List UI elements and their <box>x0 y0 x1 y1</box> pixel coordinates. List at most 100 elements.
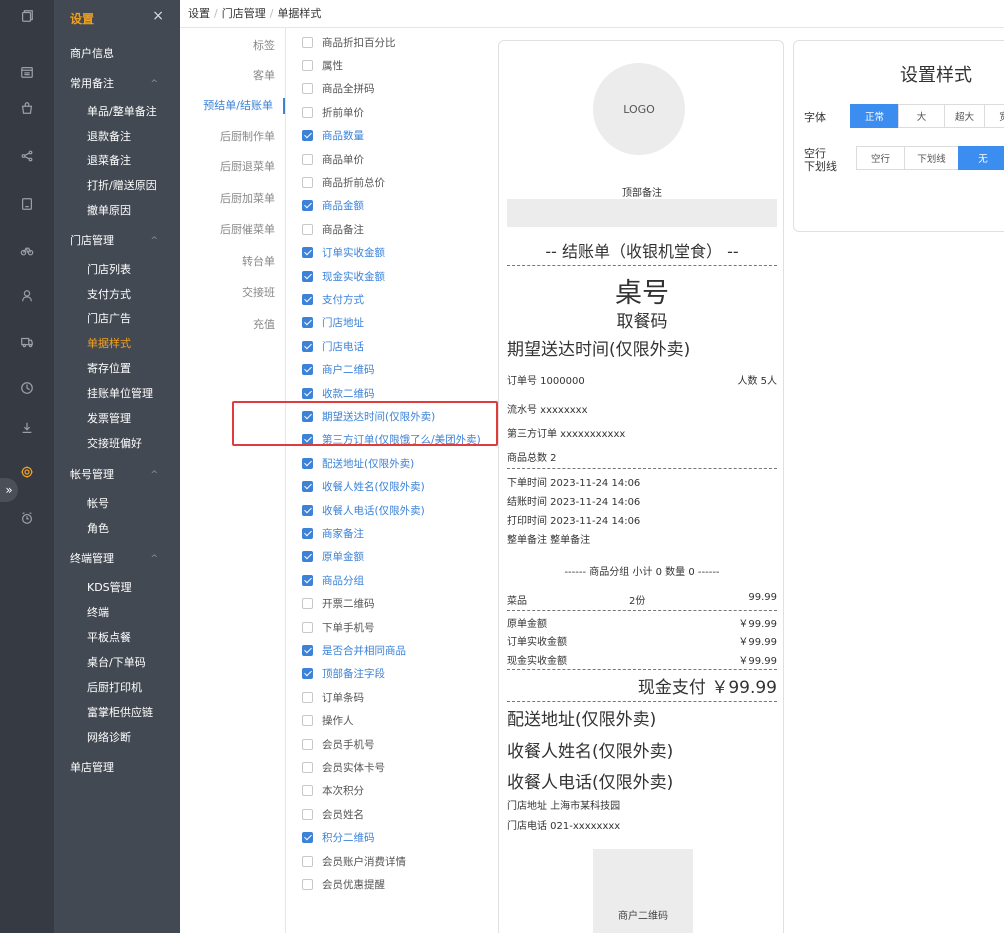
menu-item[interactable]: 富掌柜供应链 <box>54 703 180 723</box>
copy-icon[interactable] <box>0 6 54 26</box>
tab-receipt-type[interactable]: 后厨制作单 <box>179 129 275 145</box>
checkbox-icon[interactable] <box>302 574 313 586</box>
menu-item[interactable]: 门店列表 <box>54 260 180 280</box>
field-checkbox[interactable]: 本次积分 <box>302 783 364 799</box>
menu-item[interactable]: 交接班偏好 <box>54 434 180 454</box>
menu-item[interactable]: 网络诊断 <box>54 728 180 748</box>
checkbox-icon[interactable] <box>302 598 313 610</box>
field-checkbox[interactable]: 商家备注 <box>302 525 364 541</box>
font-option[interactable]: 宽 <box>984 104 1004 128</box>
menu-item[interactable]: KDS管理 <box>54 578 180 598</box>
menu-group[interactable]: 常用备注 ^ <box>54 74 180 94</box>
field-checkbox[interactable]: 原单金额 <box>302 549 364 565</box>
checkbox-icon[interactable] <box>302 504 313 516</box>
field-checkbox[interactable]: 收餐人姓名(仅限外卖) <box>302 479 425 495</box>
checkbox-icon[interactable] <box>302 364 313 376</box>
menu-item[interactable]: 平板点餐 <box>54 628 180 648</box>
field-checkbox[interactable]: 订单实收金额 <box>302 245 385 261</box>
field-checkbox[interactable]: 收款二维码 <box>302 385 375 401</box>
bag-icon[interactable] <box>0 98 54 118</box>
field-checkbox[interactable]: 是否合并相同商品 <box>302 642 406 658</box>
menu-item[interactable]: 桌台/下单码 <box>54 653 180 673</box>
checkbox-icon[interactable] <box>302 855 313 867</box>
tab-receipt-type[interactable]: 后厨催菜单 <box>179 222 275 238</box>
field-checkbox[interactable]: 属性 <box>302 57 343 73</box>
font-option[interactable]: 正常 <box>850 104 899 128</box>
menu-item[interactable]: 门店广告 <box>54 309 180 329</box>
field-checkbox[interactable]: 会员手机号 <box>302 736 375 752</box>
user-icon[interactable] <box>0 286 54 306</box>
field-checkbox[interactable]: 操作人 <box>302 713 354 729</box>
bookmark-icon[interactable] <box>0 194 54 214</box>
menu-item[interactable]: 单据样式 <box>54 334 180 354</box>
truck-icon[interactable] <box>0 332 54 352</box>
field-checkbox[interactable]: 现金实收金额 <box>302 268 385 284</box>
tab-receipt-type[interactable]: 后厨退菜单 <box>179 159 275 175</box>
menu-group[interactable]: 商户信息 <box>54 44 180 64</box>
field-checkbox[interactable]: 商品分组 <box>302 572 364 588</box>
checkbox-icon[interactable] <box>302 551 313 563</box>
font-option[interactable]: 大 <box>898 104 945 128</box>
menu-item[interactable]: 角色 <box>54 519 180 539</box>
spacing-option[interactable]: 空行 <box>856 146 905 170</box>
spacing-option[interactable]: 无 <box>958 146 1004 170</box>
menu-item[interactable]: 寄存位置 <box>54 359 180 379</box>
clock-icon[interactable] <box>0 378 54 398</box>
checkbox-icon[interactable] <box>302 644 313 656</box>
field-checkbox[interactable]: 会员优惠提醒 <box>302 876 385 892</box>
tab-receipt-type[interactable]: 预结单/结账单 <box>179 98 285 114</box>
checkbox-icon[interactable] <box>302 691 313 703</box>
breadcrumb-store-management[interactable]: 门店管理 <box>222 7 266 20</box>
checkbox-icon[interactable] <box>302 317 313 329</box>
menu-item[interactable]: 发票管理 <box>54 409 180 429</box>
checkbox-icon[interactable] <box>302 785 313 797</box>
field-checkbox[interactable]: 折前单价 <box>302 104 364 120</box>
checkbox-icon[interactable] <box>302 832 313 844</box>
menu-item[interactable]: 挂账单位管理 <box>54 384 180 404</box>
tab-receipt-type[interactable]: 后厨加菜单 <box>179 191 275 207</box>
spacing-option[interactable]: 下划线 <box>904 146 959 170</box>
menu-item[interactable]: 撤单原因 <box>54 201 180 221</box>
field-checkbox[interactable]: 顶部备注字段 <box>302 666 385 682</box>
checkbox-icon[interactable] <box>302 59 313 71</box>
breadcrumb-settings[interactable]: 设置 <box>188 7 210 20</box>
field-checkbox[interactable]: 开票二维码 <box>302 596 375 612</box>
bike-icon[interactable] <box>0 240 54 260</box>
field-checkbox[interactable]: 订单条码 <box>302 689 364 705</box>
menu-group[interactable]: 单店管理 <box>54 758 180 778</box>
checkbox-icon[interactable] <box>302 270 313 282</box>
field-checkbox[interactable]: 会员姓名 <box>302 806 364 822</box>
checkbox-icon[interactable] <box>302 83 313 95</box>
field-checkbox[interactable]: 门店地址 <box>302 315 364 331</box>
field-checkbox[interactable]: 收餐人电话(仅限外卖) <box>302 502 425 518</box>
field-checkbox[interactable]: 积分二维码 <box>302 830 375 846</box>
checkbox-icon[interactable] <box>302 457 313 469</box>
checkbox-icon[interactable] <box>302 668 313 680</box>
checkbox-icon[interactable] <box>302 176 313 188</box>
field-checkbox[interactable]: 配送地址(仅限外卖) <box>302 455 414 471</box>
checkbox-icon[interactable] <box>302 715 313 727</box>
checkbox-icon[interactable] <box>302 293 313 305</box>
menu-item[interactable]: 帐号 <box>54 494 180 514</box>
field-checkbox[interactable]: 商品金额 <box>302 198 364 214</box>
close-icon[interactable]: × <box>152 8 164 24</box>
menu-item[interactable]: 支付方式 <box>54 285 180 305</box>
checkbox-icon[interactable] <box>302 621 313 633</box>
checkbox-icon[interactable] <box>302 808 313 820</box>
menu-group[interactable]: 帐号管理 ^ <box>54 465 180 485</box>
field-checkbox[interactable]: 商品数量 <box>302 128 364 144</box>
tab-receipt-type[interactable]: 转台单 <box>179 254 275 270</box>
tab-receipt-type[interactable]: 交接班 <box>179 285 275 301</box>
tab-receipt-type[interactable]: 标签 <box>179 38 275 54</box>
checkbox-icon[interactable] <box>302 878 313 890</box>
checkbox-icon[interactable] <box>302 340 313 352</box>
download-icon[interactable] <box>0 418 54 438</box>
calendar-icon[interactable] <box>0 62 54 82</box>
menu-group[interactable]: 终端管理 ^ <box>54 549 180 569</box>
menu-item[interactable]: 单品/整单备注 <box>54 102 180 122</box>
field-checkbox[interactable]: 商品折扣百分比 <box>302 34 396 50</box>
checkbox-icon[interactable] <box>302 130 313 142</box>
field-checkbox[interactable]: 商品单价 <box>302 151 364 167</box>
font-option[interactable]: 超大 <box>944 104 985 128</box>
menu-item[interactable]: 后厨打印机 <box>54 678 180 698</box>
